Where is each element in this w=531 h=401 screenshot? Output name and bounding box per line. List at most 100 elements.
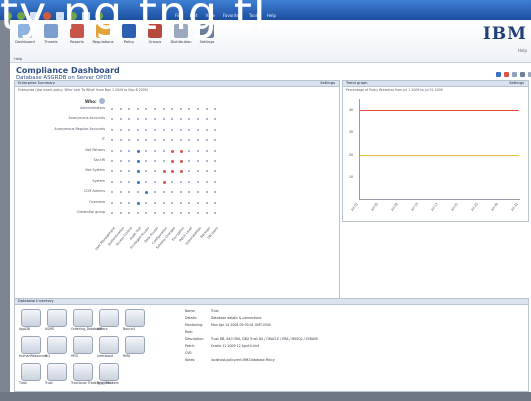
matrix-cell[interactable]	[205, 160, 208, 162]
matrix-cell[interactable]	[214, 149, 217, 152]
matrix-cell[interactable]	[162, 212, 165, 214]
matrix-cell[interactable]	[205, 201, 208, 204]
matrix-cell[interactable]	[188, 170, 191, 173]
matrix-cell[interactable]	[145, 180, 148, 183]
database-icon[interactable]	[47, 309, 67, 327]
matrix-cell[interactable]	[111, 191, 113, 194]
matrix-cell[interactable]	[119, 118, 122, 121]
matrix-cell[interactable]	[128, 118, 131, 121]
matrix-cell[interactable]	[136, 191, 139, 194]
compliance-settings-link[interactable]: Settings	[320, 81, 335, 86]
database-icon[interactable]	[21, 336, 41, 354]
database-icon[interactable]	[73, 309, 93, 327]
matrix-cell[interactable]	[162, 201, 165, 204]
matrix-cell[interactable]	[145, 212, 148, 214]
matrix-cell[interactable]	[128, 149, 131, 152]
matrix-cell[interactable]	[154, 118, 156, 121]
matrix-cell[interactable]	[145, 118, 148, 121]
matrix-cell[interactable]	[205, 118, 208, 121]
matrix-cell[interactable]	[171, 139, 174, 142]
matrix-cell[interactable]	[136, 118, 139, 121]
matrix-cell[interactable]	[154, 149, 156, 152]
database-icon[interactable]	[99, 309, 119, 327]
matrix-cell[interactable]	[171, 128, 174, 131]
database-icon[interactable]	[99, 336, 119, 354]
matrix-cell[interactable]	[119, 180, 122, 183]
matrix-cell[interactable]	[128, 212, 131, 214]
matrix-cell[interactable]	[197, 180, 199, 183]
matrix-cell[interactable]	[119, 191, 122, 194]
matrix-cell[interactable]	[197, 160, 199, 162]
matrix-cell[interactable]	[197, 108, 199, 110]
matrix-cell[interactable]	[145, 108, 148, 110]
menu-help[interactable]: Help	[267, 13, 276, 18]
database-icon[interactable]	[21, 363, 41, 381]
matrix-cell[interactable]	[214, 191, 217, 194]
matrix-cell[interactable]	[214, 118, 217, 121]
matrix-cell[interactable]	[197, 118, 199, 121]
matrix-cell[interactable]	[154, 191, 156, 194]
matrix-cell[interactable]	[171, 191, 174, 194]
database-icon[interactable]	[47, 336, 67, 354]
matrix-cell[interactable]	[136, 180, 140, 184]
matrix-cell[interactable]	[179, 201, 182, 204]
alert-icon[interactable]	[504, 72, 509, 77]
matrix-cell[interactable]	[162, 170, 166, 174]
matrix-cell[interactable]	[179, 118, 182, 121]
refresh-icon[interactable]	[496, 72, 501, 77]
matrix-cell[interactable]	[162, 118, 165, 121]
matrix-cell[interactable]	[145, 139, 148, 142]
database-icon[interactable]	[125, 336, 145, 354]
matrix-cell[interactable]	[214, 128, 217, 131]
matrix-cell[interactable]	[179, 128, 182, 131]
matrix-cell[interactable]	[145, 201, 148, 204]
matrix-cell[interactable]	[214, 160, 217, 162]
matrix-cell[interactable]	[179, 212, 182, 214]
matrix-cell[interactable]	[136, 212, 139, 214]
matrix-cell[interactable]	[188, 160, 191, 162]
matrix-cell[interactable]	[145, 160, 148, 162]
matrix-cell[interactable]	[188, 128, 191, 131]
database-label[interactable]: HumanResources	[19, 354, 47, 358]
database-icon[interactable]	[73, 336, 93, 354]
matrix-cell[interactable]	[188, 149, 191, 152]
matrix-cell[interactable]	[136, 149, 140, 153]
matrix-cell[interactable]	[171, 212, 174, 214]
matrix-cell[interactable]	[197, 139, 199, 142]
matrix-cell[interactable]	[205, 108, 208, 110]
matrix-cell[interactable]	[179, 108, 182, 110]
matrix-cell[interactable]	[154, 180, 156, 183]
matrix-cell[interactable]	[197, 149, 199, 152]
database-label[interactable]: Tidal	[19, 381, 27, 385]
matrix-cell[interactable]	[179, 191, 182, 194]
matrix-cell[interactable]	[154, 201, 156, 204]
matrix-cell[interactable]	[162, 191, 165, 194]
matrix-cell[interactable]	[171, 118, 174, 121]
matrix-cell[interactable]	[188, 191, 191, 194]
database-label[interactable]: AppDB	[19, 327, 30, 331]
matrix-cell[interactable]	[205, 180, 208, 183]
matrix-cell[interactable]	[128, 139, 131, 142]
matrix-cell[interactable]	[119, 160, 122, 162]
matrix-cell[interactable]	[188, 212, 191, 214]
matrix-cell[interactable]	[154, 212, 156, 214]
matrix-cell[interactable]	[136, 108, 139, 110]
database-icon[interactable]	[125, 309, 145, 327]
export-icon[interactable]	[520, 72, 525, 77]
matrix-cell[interactable]	[197, 128, 199, 131]
matrix-cell[interactable]	[145, 170, 148, 173]
database-icon[interactable]	[99, 363, 119, 381]
matrix-cell[interactable]	[154, 170, 156, 173]
database-label[interactable]: ASMS	[45, 327, 54, 331]
matrix-cell[interactable]	[179, 170, 183, 174]
matrix-cell[interactable]	[119, 149, 122, 152]
matrix-cell[interactable]	[188, 118, 191, 121]
matrix-cell[interactable]	[136, 160, 140, 163]
matrix-cell[interactable]	[111, 149, 113, 152]
matrix-cell[interactable]	[145, 191, 149, 195]
matrix-cell[interactable]	[179, 180, 182, 183]
matrix-cell[interactable]	[214, 180, 217, 183]
matrix-cell[interactable]	[154, 139, 156, 142]
matrix-cell[interactable]	[119, 108, 122, 110]
print-icon[interactable]	[512, 72, 517, 77]
